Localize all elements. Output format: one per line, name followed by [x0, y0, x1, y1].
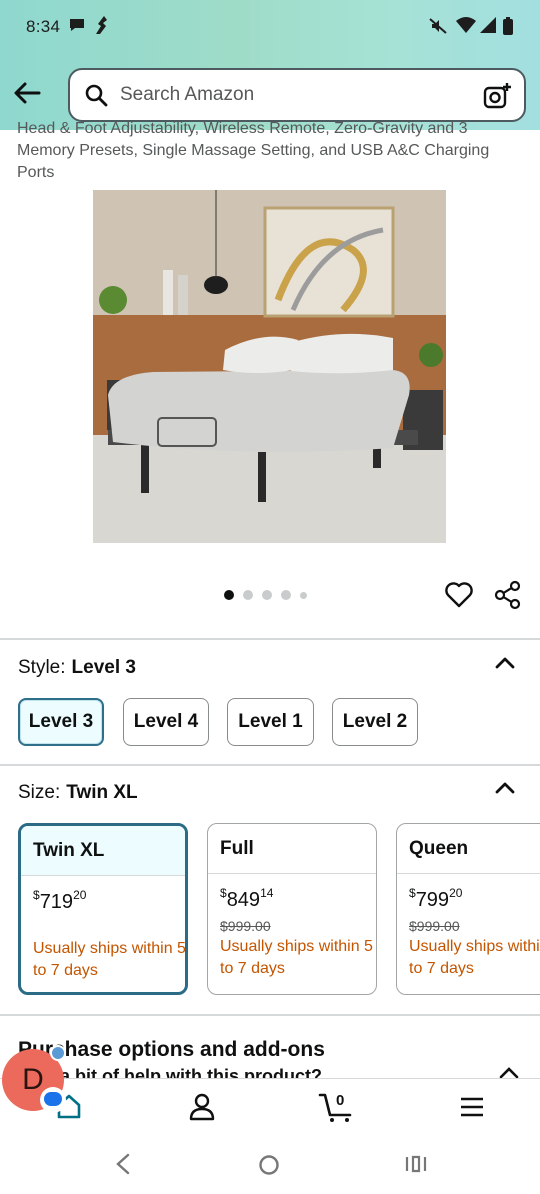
cart-count: 0: [336, 1092, 345, 1109]
chevron-up-icon[interactable]: [494, 777, 516, 797]
size-option-name: Queen: [397, 824, 540, 874]
product-image[interactable]: [93, 190, 446, 543]
divider: [0, 764, 540, 766]
search-icon: [85, 84, 108, 107]
camera-search-icon[interactable]: [482, 81, 512, 111]
system-back-icon[interactable]: [114, 1153, 132, 1175]
carousel-dot[interactable]: [262, 590, 272, 600]
notification-dot: [50, 1045, 66, 1061]
system-home-icon[interactable]: [258, 1154, 280, 1176]
signal-icon: [480, 17, 496, 33]
status-time: 8:34: [26, 17, 61, 36]
style-option-level-1[interactable]: Level 1: [227, 698, 314, 746]
size-option-twin-xl[interactable]: Twin XL $71920 Usually ships within 5 to…: [18, 823, 188, 995]
size-option-name: Twin XL: [21, 826, 185, 876]
shipping-estimate: Usually ships within 5 to 7 days: [220, 938, 373, 977]
style-option-level-4[interactable]: Level 4: [123, 698, 209, 746]
chevron-up-icon[interactable]: [494, 652, 516, 672]
status-bar: 8:34: [0, 0, 540, 56]
help-prompt-partial: a bit of help with this product?: [60, 1066, 322, 1078]
search-bar[interactable]: Search Amazon: [68, 68, 526, 122]
system-navigation-bar: [0, 1134, 540, 1194]
chat-badge-icon: [40, 1087, 66, 1113]
list-price: $999.00: [220, 918, 271, 934]
price: $84914: [220, 886, 274, 911]
carousel-dot[interactable]: [243, 590, 253, 600]
shipping-estimate: Usually ships within 5 to 7 days: [409, 938, 540, 977]
message-icon: [70, 19, 84, 31]
size-option-name: Full: [208, 824, 376, 874]
carousel-dot[interactable]: [300, 591, 307, 599]
divider: [0, 1014, 540, 1016]
image-carousel-dots[interactable]: [224, 589, 307, 601]
app-notification-icon: [96, 16, 107, 34]
carousel-dot[interactable]: [224, 590, 234, 600]
list-price: $999.00: [409, 918, 460, 934]
product-title: Head & Foot Adjustability, Wireless Remo…: [17, 120, 490, 181]
style-option-level-3[interactable]: Level 3: [18, 698, 104, 746]
back-arrow-icon[interactable]: [10, 76, 44, 110]
account-icon[interactable]: [189, 1093, 215, 1121]
share-icon[interactable]: [494, 580, 522, 610]
price: $71920: [33, 888, 87, 913]
shipping-estimate: Usually ships within 5 to 7 days: [33, 940, 186, 979]
app-header: 8:34 Search Amazon: [0, 0, 540, 130]
style-label-row: Style: Level 3: [18, 657, 136, 679]
size-option-full[interactable]: Full $84914 $999.00 Usually ships within…: [207, 823, 377, 995]
wifi-icon: [456, 17, 476, 33]
bottom-navigation: [0, 1078, 540, 1134]
size-label-row: Size: Twin XL: [18, 782, 138, 804]
search-input[interactable]: Search Amazon: [120, 84, 254, 106]
price: $79920: [409, 886, 463, 911]
system-recents-icon[interactable]: [404, 1154, 428, 1174]
carousel-dot[interactable]: [281, 590, 291, 600]
size-selected-value: Twin XL: [66, 782, 138, 803]
chevron-up-icon[interactable]: [498, 1066, 520, 1078]
mute-icon: [429, 18, 447, 34]
size-label: Size:: [18, 782, 61, 803]
menu-icon[interactable]: [460, 1097, 484, 1117]
divider: [0, 638, 540, 640]
style-selected-value: Level 3: [71, 657, 136, 678]
size-option-queen[interactable]: Queen $79920 $999.00 Usually ships withi…: [396, 823, 540, 995]
battery-icon: [503, 17, 513, 35]
wishlist-heart-icon[interactable]: [445, 582, 473, 608]
style-option-level-2[interactable]: Level 2: [332, 698, 418, 746]
style-label: Style:: [18, 657, 66, 678]
